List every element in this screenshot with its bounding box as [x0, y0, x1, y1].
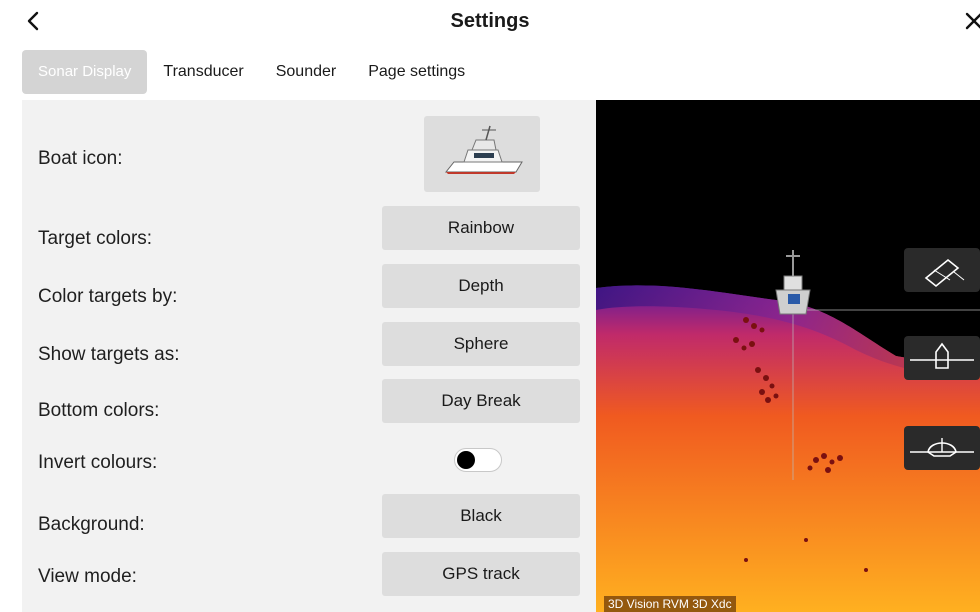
tab-sounder[interactable]: Sounder [260, 50, 353, 94]
bottom-colors-button[interactable]: Day Break [382, 379, 580, 423]
boat-icon-button[interactable] [424, 116, 540, 192]
target-colors-label: Target colors: [38, 228, 153, 249]
bottom-colors-label: Bottom colors: [38, 400, 160, 421]
perspective-view-button[interactable] [904, 248, 980, 292]
background-button[interactable]: Black [382, 494, 580, 538]
settings-tabs: Sonar Display Transducer Sounder Page se… [22, 50, 481, 94]
side-view-button[interactable] [904, 336, 980, 380]
settings-panel: Boat icon: Target colors: Rainbow Color … [22, 100, 596, 612]
tab-page-settings[interactable]: Page settings [352, 50, 481, 94]
target-colors-button[interactable]: Rainbow [382, 206, 580, 250]
page-title: Settings [450, 10, 530, 32]
tab-transducer[interactable]: Transducer [147, 50, 259, 94]
color-targets-by-label: Color targets by: [38, 286, 178, 307]
show-targets-as-button[interactable]: Sphere [382, 322, 580, 366]
preview-caption: 3D Vision RVM 3D Xdc [604, 596, 736, 612]
invert-colours-toggle[interactable] [454, 448, 502, 472]
boat-icon [444, 125, 523, 174]
sonar-3d-preview: 3D Vision RVM 3D Xdc [596, 100, 980, 612]
view-mode-label: View mode: [38, 566, 137, 587]
color-targets-by-button[interactable]: Depth [382, 264, 580, 308]
boat-marker-icon [775, 250, 811, 315]
view-mode-button[interactable]: GPS track [382, 552, 580, 596]
close-icon[interactable] [962, 9, 980, 33]
boat-icon-label: Boat icon: [38, 148, 123, 169]
front-view-button[interactable] [904, 426, 980, 470]
invert-colours-label: Invert colours: [38, 452, 158, 473]
toggle-knob [457, 451, 475, 469]
tab-sonar-display[interactable]: Sonar Display [22, 50, 148, 94]
side-view-icon [910, 342, 974, 369]
front-view-icon [910, 438, 974, 457]
show-targets-as-label: Show targets as: [38, 344, 180, 365]
title-bar: Settings [0, 0, 980, 44]
perspective-view-icon [924, 258, 965, 288]
background-label: Background: [38, 514, 145, 535]
